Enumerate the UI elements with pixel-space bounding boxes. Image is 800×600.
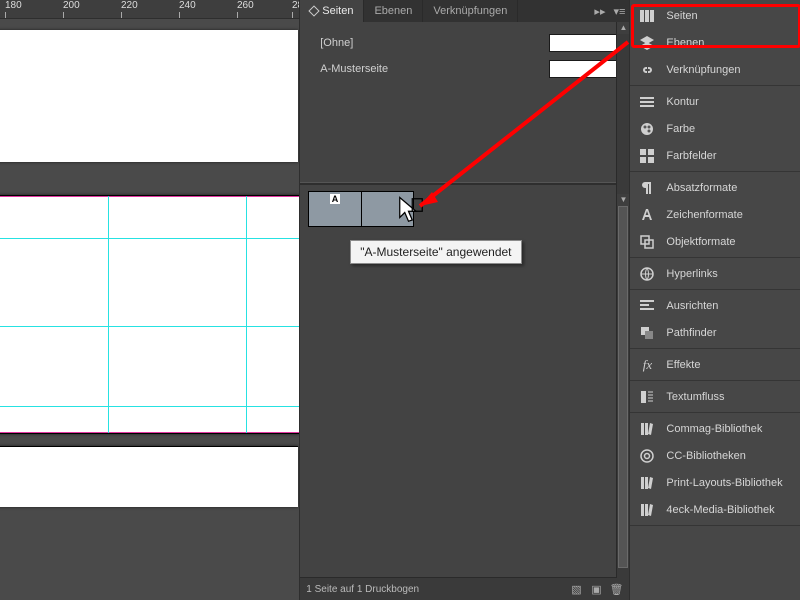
panel-dock: Seiten Ebenen Verknüpfungen Kontur Farbe <box>630 0 800 600</box>
dock-label: CC-Bibliotheken <box>666 450 745 462</box>
dock-align[interactable]: Ausrichten <box>630 292 800 319</box>
dock-label: Print-Layouts-Bibliothek <box>666 477 782 489</box>
dock-swatches[interactable]: Farbfelder <box>630 142 800 169</box>
ruler-tick: 220 <box>121 0 138 11</box>
fx-icon: fx <box>638 356 656 374</box>
dock-lib-cc[interactable]: CC-Bibliotheken <box>630 442 800 469</box>
scroll-down-icon[interactable]: ▼ <box>617 194 629 206</box>
tab-pages[interactable]: Seiten <box>300 0 364 22</box>
pages-icon <box>638 7 656 25</box>
dock-label: Farbfelder <box>666 150 716 162</box>
dock-textwrap[interactable]: Textumfluss <box>630 383 800 410</box>
dock-label: Verknüpfungen <box>666 64 740 76</box>
library-icon <box>638 501 656 519</box>
dock-object-styles[interactable]: Objektformate <box>630 228 800 255</box>
dock-effects[interactable]: fx Effekte <box>630 351 800 378</box>
dock-label: Ebenen <box>666 37 704 49</box>
new-page-icon[interactable]: ▣ <box>589 582 603 596</box>
master-row-none[interactable]: [Ohne] <box>308 30 621 56</box>
dock-paragraph-styles[interactable]: Absatzformate <box>630 174 800 201</box>
scroll-up-icon[interactable]: ▲ <box>617 22 629 34</box>
library-icon <box>638 420 656 438</box>
dock-lib-4eck[interactable]: 4eck-Media-Bibliothek <box>630 496 800 523</box>
master-thumb <box>549 60 621 78</box>
master-label: A-Musterseite <box>308 63 549 75</box>
tooltip: "A-Musterseite" angewendet <box>350 240 521 264</box>
paragraph-icon <box>638 179 656 197</box>
dock-label: Zeichenformate <box>666 209 742 221</box>
tab-links[interactable]: Verknüpfungen <box>423 0 518 22</box>
dock-label: Ausrichten <box>666 300 718 312</box>
tab-label: Seiten <box>322 0 353 22</box>
scroll-thumb[interactable] <box>618 206 628 568</box>
footer-status: 1 Seite auf 1 Druckbogen <box>306 584 419 595</box>
collapse-icon[interactable]: ▸▸ <box>594 5 605 18</box>
textwrap-icon <box>638 388 656 406</box>
spread-previous[interactable] <box>0 30 298 162</box>
panel-scrollbar[interactable]: ▲ ▼ <box>616 22 629 578</box>
dock-character-styles[interactable]: Zeichenformate <box>630 201 800 228</box>
dock-label: Commag-Bibliothek <box>666 423 762 435</box>
document-canvas[interactable]: 180 200 220 240 260 280 <box>0 0 299 600</box>
tooltip-text: "A-Musterseite" angewendet <box>360 245 511 259</box>
tab-label: Ebenen <box>374 0 412 22</box>
library-icon <box>638 474 656 492</box>
delete-page-icon[interactable]: 🗑 <box>609 582 623 596</box>
links-icon <box>638 61 656 79</box>
master-badge: A <box>330 194 340 204</box>
align-icon <box>638 297 656 315</box>
layers-icon <box>638 34 656 52</box>
dock-label: Textumfluss <box>666 391 724 403</box>
panel-menu-icon[interactable]: ▾≡ <box>613 5 625 18</box>
panel-tabs: Seiten Ebenen Verknüpfungen ▸▸ ▾≡ <box>300 0 629 22</box>
ruler-tick: 260 <box>237 0 254 11</box>
master-pages-list: [Ohne] A-Musterseite <box>300 22 629 82</box>
dock-pages[interactable]: Seiten <box>630 2 800 29</box>
tab-label: Verknüpfungen <box>433 0 507 22</box>
ruler-tick: 280 <box>292 0 299 11</box>
ruler-tick: 200 <box>63 0 80 11</box>
dock-label: Objektformate <box>666 236 735 248</box>
hyperlink-icon <box>638 265 656 283</box>
character-icon <box>638 206 656 224</box>
ruler-tick: 240 <box>179 0 196 11</box>
object-icon <box>638 233 656 251</box>
master-thumb <box>549 34 621 52</box>
dock-stroke[interactable]: Kontur <box>630 88 800 115</box>
spread-next[interactable] <box>0 446 298 507</box>
color-icon <box>638 120 656 138</box>
page-thumbnail[interactable]: A <box>308 191 414 227</box>
dock-label: Absatzformate <box>666 182 737 194</box>
dock-label: Pathfinder <box>666 327 716 339</box>
cc-icon <box>638 447 656 465</box>
swatches-icon <box>638 147 656 165</box>
dock-label: Farbe <box>666 123 695 135</box>
tab-layers[interactable]: Ebenen <box>364 0 423 22</box>
horizontal-ruler[interactable]: 180 200 220 240 260 280 <box>0 0 299 19</box>
dock-label: Kontur <box>666 96 698 108</box>
dock-label: 4eck-Media-Bibliothek <box>666 504 774 516</box>
edit-page-icon[interactable]: ▧ <box>569 582 583 596</box>
dock-lib-commag[interactable]: Commag-Bibliothek <box>630 415 800 442</box>
ruler-tick: 180 <box>5 0 22 11</box>
dock-links[interactable]: Verknüpfungen <box>630 56 800 83</box>
dock-label: Effekte <box>666 359 700 371</box>
master-row-a[interactable]: A-Musterseite <box>308 56 621 82</box>
dock-color[interactable]: Farbe <box>630 115 800 142</box>
dock-lib-print[interactable]: Print-Layouts-Bibliothek <box>630 469 800 496</box>
diamond-icon <box>309 5 320 16</box>
pages-panel: Seiten Ebenen Verknüpfungen ▸▸ ▾≡ [Ohne]… <box>299 0 630 600</box>
dock-label: Seiten <box>666 10 697 22</box>
stroke-icon <box>638 93 656 111</box>
panel-footer: 1 Seite auf 1 Druckbogen ▧ ▣ 🗑 <box>300 577 629 600</box>
pathfinder-icon <box>638 324 656 342</box>
spread-current[interactable] <box>0 195 299 434</box>
document-pages-area[interactable]: A "A-Musterseite" angewendet <box>300 185 629 577</box>
dock-pathfinder[interactable]: Pathfinder <box>630 319 800 346</box>
dock-layers[interactable]: Ebenen <box>630 29 800 56</box>
master-label: [Ohne] <box>308 37 549 49</box>
dock-hyperlinks[interactable]: Hyperlinks <box>630 260 800 287</box>
dock-label: Hyperlinks <box>666 268 717 280</box>
